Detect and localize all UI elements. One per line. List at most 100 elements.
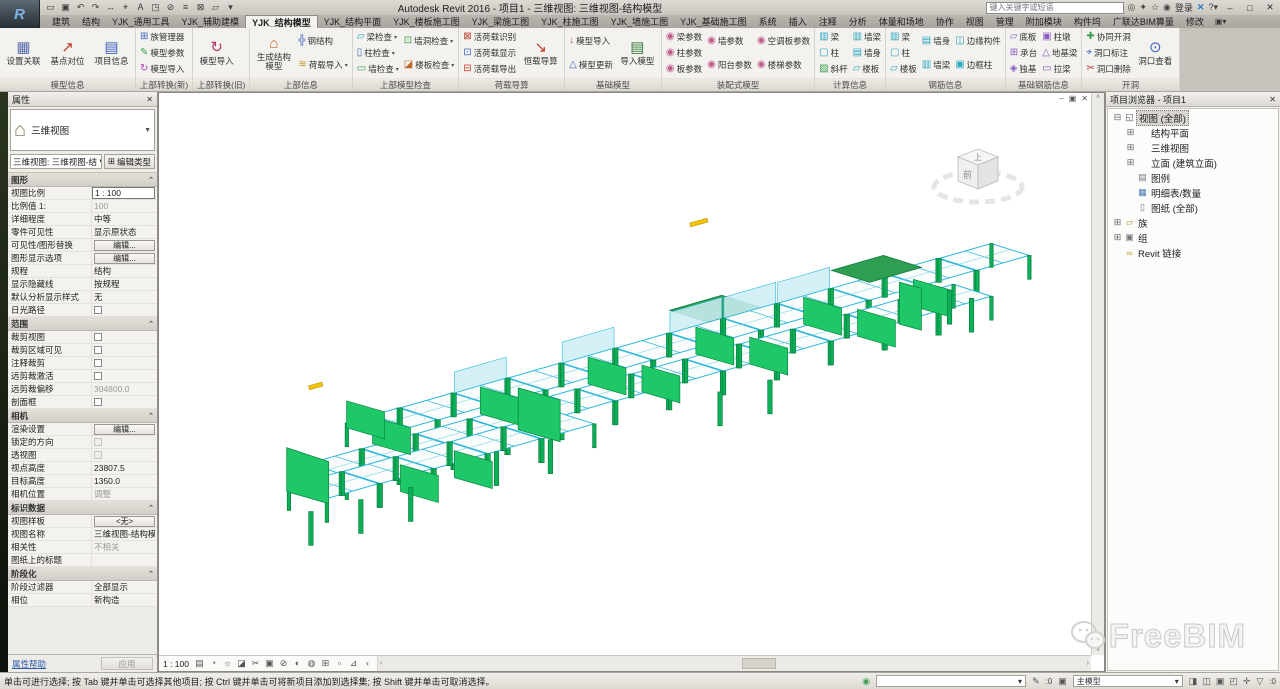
- view-scale-button[interactable]: 1 : 100: [163, 659, 189, 669]
- filter-icon[interactable]: ▽: [1256, 676, 1263, 687]
- project-browser-header[interactable]: 项目浏览器 - 项目1 ✕: [1106, 92, 1280, 107]
- property-row[interactable]: 可见性/图形替换 编辑...: [8, 239, 157, 252]
- ribbon-button[interactable]: ↗基点对位▾: [46, 29, 89, 77]
- ribbon-button[interactable]: ⌂生成结构模型▾: [252, 29, 295, 77]
- checkbox[interactable]: [94, 398, 102, 406]
- horizontal-scrollbar[interactable]: ‹ ›: [378, 656, 1091, 671]
- text-button[interactable]: A: [134, 1, 147, 14]
- property-row[interactable]: 详细程度 中等: [8, 213, 157, 226]
- drawing-area[interactable]: – ▣ ✕ 上 前 ˄ ˅ 1 : 100 ▤◔☼◪✂▣⊘◐◍⊞▫⊿‹ ‹: [158, 92, 1105, 672]
- collapse-viewbar-icon[interactable]: ‹: [362, 658, 373, 669]
- property-row[interactable]: 视图样板 <无>: [8, 515, 157, 528]
- property-row[interactable]: 日光路径: [8, 304, 157, 317]
- ribbon-button[interactable]: ▥梁▾: [888, 29, 919, 45]
- close-icon[interactable]: ✕: [146, 95, 153, 104]
- ribbon-button[interactable]: ◫边缘构件▾: [953, 29, 1002, 53]
- ribbon-button[interactable]: ◈独基▾: [1008, 61, 1039, 77]
- property-row[interactable]: 图形显示选项 编辑...: [8, 252, 157, 265]
- property-row[interactable]: 相机位置 调整: [8, 488, 157, 501]
- view-close-icon[interactable]: ✕: [1081, 94, 1088, 103]
- property-row[interactable]: 规程 结构: [8, 265, 157, 278]
- property-section-header[interactable]: 图形⌃: [8, 173, 157, 187]
- apply-button[interactable]: 应用: [101, 657, 153, 670]
- search-icon[interactable]: ◎: [1128, 2, 1136, 13]
- tree-item[interactable]: ⊞ 三维视图: [1108, 140, 1278, 155]
- ribbon-tab[interactable]: 系统: [753, 15, 783, 28]
- ribbon-button[interactable]: ↘恒载导算▾: [519, 29, 562, 77]
- ribbon-tab[interactable]: 注释: [813, 15, 843, 28]
- ribbon-button[interactable]: ✂洞口删除▾: [1084, 61, 1132, 77]
- ribbon-button[interactable]: ↻模型导入▾: [195, 29, 238, 77]
- property-section-header[interactable]: 相机⌃: [8, 409, 157, 423]
- vertical-scrollbar[interactable]: ˄ ˅: [1091, 93, 1104, 655]
- tree-item[interactable]: ⊞ 立面 (建筑立面): [1108, 155, 1278, 170]
- ribbon-button[interactable]: ╬钢结构▾: [296, 29, 349, 53]
- property-row[interactable]: 阶段过滤器 全部显示: [8, 581, 157, 594]
- ribbon-button[interactable]: ◉梁参数▾: [664, 29, 704, 45]
- view-cube[interactable]: 上 前: [930, 129, 1026, 215]
- property-row[interactable]: 远剪裁激活: [8, 370, 157, 383]
- aligned-dimension-button[interactable]: ⌖: [119, 1, 132, 14]
- checkbox[interactable]: [94, 372, 102, 380]
- scroll-up-icon[interactable]: ˄: [1096, 94, 1100, 101]
- property-row[interactable]: 零件可见性 显示原状态: [8, 226, 157, 239]
- property-row[interactable]: 裁剪区域可见: [8, 344, 157, 357]
- design-option-dropdown[interactable]: 主模型▾: [1073, 675, 1183, 687]
- properties-help-link[interactable]: 属性帮助: [12, 658, 46, 670]
- ribbon-tab[interactable]: YJK_墙施工图: [605, 15, 675, 28]
- type-dropdown[interactable]: 三维视图: 三维视图-结 ▾: [10, 154, 102, 169]
- tree-expander-icon[interactable]: ⊞: [1125, 142, 1136, 153]
- ribbon-button[interactable]: ▤导入模型▾: [616, 29, 659, 77]
- favorites-icon[interactable]: ☆: [1151, 2, 1159, 13]
- ribbon-button[interactable]: ⊡活荷载显示▾: [461, 45, 518, 61]
- switch-windows-button[interactable]: ▱: [209, 1, 222, 14]
- tree-item[interactable]: ⊞ ▣ 组: [1108, 230, 1278, 245]
- ribbon-tab[interactable]: 构件坞: [1068, 15, 1107, 28]
- ribbon-button[interactable]: ◉柱参数▾: [664, 45, 704, 61]
- temporary-hide-isolate-icon[interactable]: ◐: [292, 658, 303, 669]
- tree-expander-icon[interactable]: ⊞: [1112, 232, 1123, 243]
- ribbon-button[interactable]: ⊠活荷载识别▾: [461, 29, 518, 45]
- detail-level-icon[interactable]: ▤: [194, 658, 205, 669]
- checkbox[interactable]: [94, 438, 102, 446]
- help-button[interactable]: ?▾: [1208, 2, 1218, 13]
- property-section-header[interactable]: 标识数据⌃: [8, 501, 157, 515]
- ribbon-button[interactable]: ▥墙梁▾: [920, 53, 952, 77]
- ribbon-tab[interactable]: 广联达BIM算量: [1107, 15, 1180, 28]
- ribbon-tab[interactable]: 管理: [990, 15, 1020, 28]
- worksets-icon[interactable]: ◉: [862, 676, 870, 687]
- ribbon-button[interactable]: ⌖洞口标注▾: [1084, 45, 1132, 61]
- property-row[interactable]: 渲染设置 编辑...: [8, 423, 157, 436]
- ribbon-button[interactable]: ◉墙参数▾: [705, 29, 754, 53]
- user-icon[interactable]: ◉: [1163, 2, 1171, 13]
- application-menu-button[interactable]: R: [0, 0, 40, 28]
- property-row[interactable]: 锁定的方向: [8, 436, 157, 449]
- ribbon-button[interactable]: ⊡墙洞检查▾: [402, 29, 456, 53]
- scrollbar-thumb[interactable]: [742, 658, 776, 669]
- property-row[interactable]: 图纸上的标题: [8, 554, 157, 567]
- select-links-icon[interactable]: ◨: [1189, 676, 1198, 687]
- tree-item[interactable]: ▦ 明细表/数量: [1108, 185, 1278, 200]
- visual-style-icon[interactable]: ◔: [208, 658, 219, 669]
- ribbon-tab[interactable]: YJK_柱施工图: [535, 15, 605, 28]
- save-button[interactable]: ▣: [59, 1, 72, 14]
- ribbon-button[interactable]: ✎模型参数▾: [138, 45, 186, 61]
- ribbon-tab[interactable]: YJK_基础施工图: [674, 15, 753, 28]
- tree-expander-icon[interactable]: ⊞: [1112, 217, 1123, 228]
- ribbon-button[interactable]: ⊞承台▾: [1008, 45, 1039, 61]
- tree-item[interactable]: ⊞ ▱ 族: [1108, 215, 1278, 230]
- section-button[interactable]: ⊘: [164, 1, 177, 14]
- design-options-icon[interactable]: ▣: [1058, 676, 1067, 687]
- tab-options-icon[interactable]: ▣▾: [1210, 15, 1232, 28]
- view-restore-icon[interactable]: ▣: [1069, 94, 1077, 103]
- property-section-header[interactable]: 阶段化⌃: [8, 567, 157, 581]
- show-constraints-icon[interactable]: ⊿: [348, 658, 359, 669]
- ribbon-tab[interactable]: 协作: [930, 15, 960, 28]
- scroll-down-icon[interactable]: ˅: [1096, 647, 1100, 654]
- tree-item[interactable]: ▤ 图例: [1108, 170, 1278, 185]
- customize-qat-button[interactable]: ▾: [224, 1, 237, 14]
- editable-only-icon[interactable]: ✎: [1032, 676, 1040, 687]
- ribbon-button[interactable]: ▣柱墩▾: [1040, 29, 1079, 45]
- ribbon-button[interactable]: ▥梁▾: [817, 29, 849, 45]
- ribbon-button[interactable]: ⊞族管理器▾: [138, 29, 186, 45]
